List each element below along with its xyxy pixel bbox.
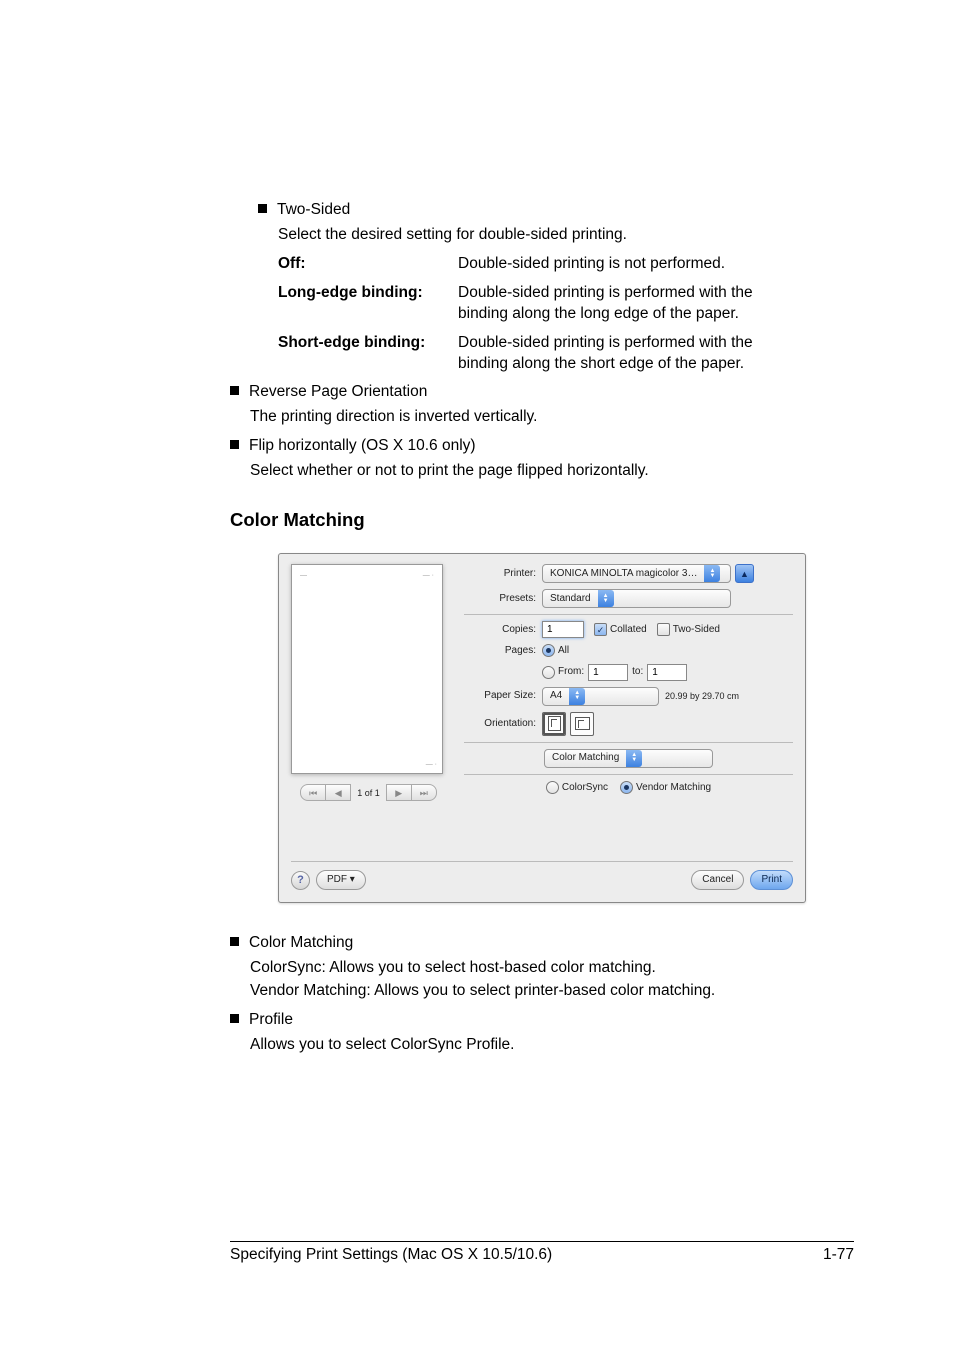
checkmark-icon: ✓: [594, 623, 607, 636]
orientation-portrait[interactable]: [542, 712, 566, 736]
print-dialog: —— · — · ⏮ ◀ 1 of 1 ▶ ⏭ Printer:: [278, 553, 806, 903]
pdf-menu-button[interactable]: PDF ▾: [316, 870, 366, 890]
section-select[interactable]: Color Matching ▲▼: [544, 749, 713, 768]
from-input[interactable]: [588, 664, 628, 681]
page-footer: Specifying Print Settings (Mac OS X 10.5…: [230, 1241, 854, 1264]
bullet-profile: Profile: [230, 1010, 854, 1031]
presets-select[interactable]: Standard ▲▼: [542, 589, 731, 608]
chevron-updown-icon: ▲▼: [626, 750, 642, 767]
paper-size-select[interactable]: A4 ▲▼: [542, 687, 659, 706]
printer-label: Printer:: [464, 567, 536, 581]
paper-dimensions: 20.99 by 29.70 cm: [665, 690, 739, 702]
page-number: 1-77: [823, 1246, 854, 1264]
first-page-button[interactable]: ⏮: [300, 784, 326, 801]
chevron-updown-icon: ▲▼: [569, 688, 585, 705]
bullet-desc: The printing direction is inverted verti…: [250, 407, 854, 428]
square-bullet-icon: [230, 440, 239, 449]
bullet-desc: Select the desired setting for double-si…: [278, 225, 854, 246]
prev-page-button[interactable]: ◀: [326, 784, 351, 801]
bullet-desc: Allows you to select ColorSync Profile.: [250, 1035, 854, 1056]
pages-all-radio[interactable]: [542, 644, 555, 657]
paper-size-label: Paper Size:: [464, 689, 536, 703]
landscape-icon: [575, 717, 590, 730]
bullet-reverse: Reverse Page Orientation: [230, 382, 854, 403]
print-button[interactable]: Print: [750, 870, 793, 890]
collated-checkbox[interactable]: ✓Collated: [594, 623, 647, 637]
presets-label: Presets:: [464, 592, 536, 606]
orientation-landscape[interactable]: [570, 712, 594, 736]
pages-from-radio[interactable]: [542, 666, 555, 679]
chevron-updown-icon: ▲▼: [598, 590, 614, 607]
copies-label: Copies:: [464, 623, 536, 637]
bullet-desc: Select whether or not to print the page …: [250, 461, 854, 482]
to-input[interactable]: [647, 664, 687, 681]
bullet-title: Two-Sided: [277, 201, 350, 218]
colorsync-radio[interactable]: [546, 781, 559, 794]
next-page-button[interactable]: ▶: [386, 784, 411, 801]
chevron-updown-icon: ▲▼: [704, 565, 720, 582]
orientation-label: Orientation:: [464, 717, 536, 731]
portrait-icon: [548, 716, 561, 731]
bullet-desc: ColorSync: Allows you to select host-bas…: [250, 958, 854, 979]
page-counter: 1 of 1: [357, 787, 380, 799]
printer-select[interactable]: KONICA MINOLTA magicolor 3… ▲▼: [542, 564, 731, 583]
square-bullet-icon: [230, 937, 239, 946]
last-page-button[interactable]: ⏭: [411, 784, 437, 801]
bullet-flip: Flip horizontally (OS X 10.6 only): [230, 436, 854, 457]
copies-input[interactable]: [542, 621, 584, 638]
preview-pager: ⏮ ◀ 1 of 1 ▶ ⏭: [291, 784, 446, 801]
section-heading: Color Matching: [230, 508, 854, 533]
collapse-button[interactable]: ▲: [735, 564, 754, 583]
bullet-color-matching: Color Matching: [230, 933, 854, 954]
two-sided-checkbox[interactable]: Two-Sided: [657, 623, 720, 637]
opt-long-edge: Long-edge binding: Double-sided printing…: [278, 283, 758, 325]
footer-title: Specifying Print Settings (Mac OS X 10.5…: [230, 1246, 552, 1264]
square-bullet-icon: [230, 1014, 239, 1023]
bullet-desc: Vendor Matching: Allows you to select pr…: [250, 981, 854, 1002]
square-bullet-icon: [230, 386, 239, 395]
vendor-matching-radio[interactable]: [620, 781, 633, 794]
cancel-button[interactable]: Cancel: [691, 870, 744, 890]
bullet-two-sided: Two-Sided: [258, 200, 854, 221]
help-button[interactable]: ?: [291, 871, 310, 890]
opt-off: Off: Double-sided printing is not perfor…: [278, 254, 758, 275]
pages-label: Pages:: [464, 644, 536, 658]
opt-short-edge: Short-edge binding: Double-sided printin…: [278, 333, 758, 375]
square-bullet-icon: [258, 204, 267, 213]
page-preview: —— · — · ⏮ ◀ 1 of 1 ▶ ⏭: [291, 564, 446, 801]
